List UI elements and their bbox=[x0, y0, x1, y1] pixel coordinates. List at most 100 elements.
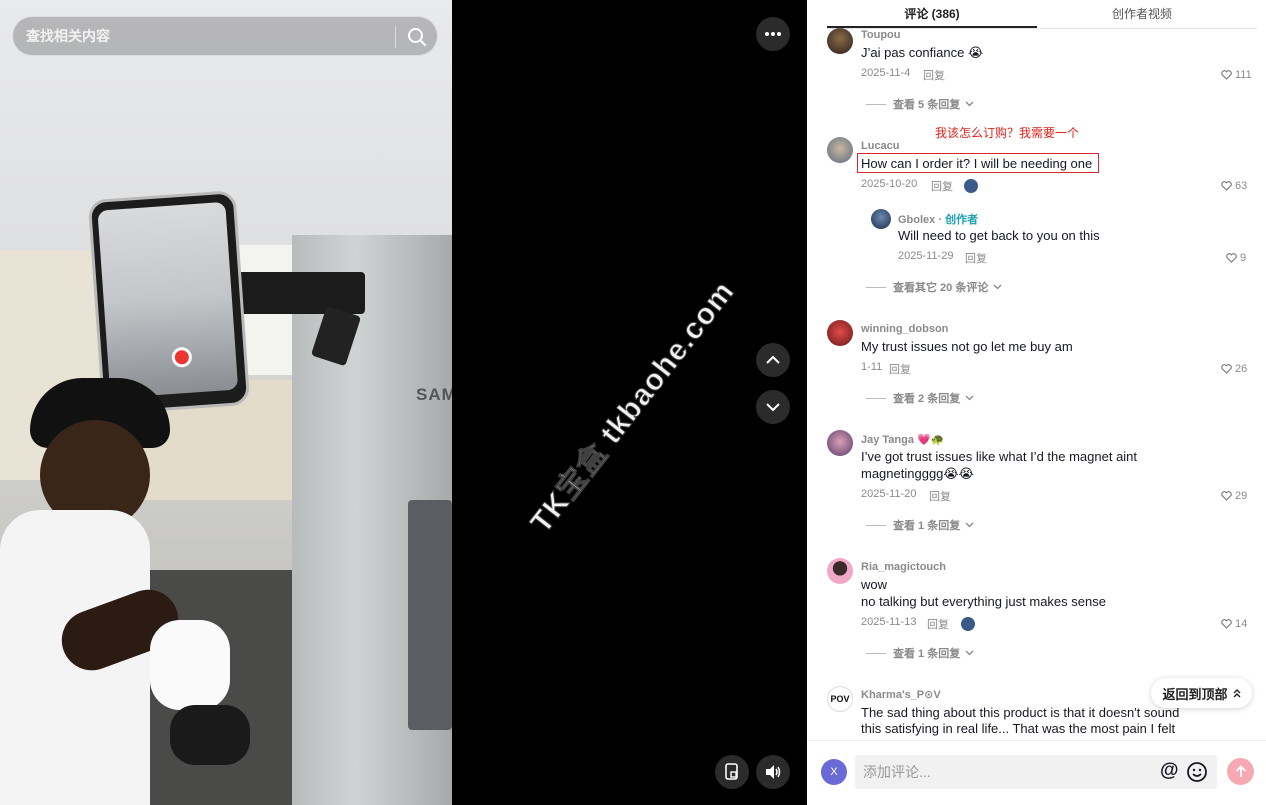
avatar[interactable]: POV bbox=[827, 686, 853, 712]
reply-button[interactable]: 回复 bbox=[929, 488, 951, 504]
speaker-icon bbox=[766, 765, 781, 779]
search-input[interactable] bbox=[13, 17, 393, 55]
video-frame: SAMS bbox=[0, 0, 452, 805]
avatar[interactable] bbox=[827, 320, 853, 346]
avatar[interactable] bbox=[827, 28, 853, 54]
like-count: 9 bbox=[1240, 252, 1247, 264]
chevron-down-icon bbox=[965, 522, 974, 528]
like-button[interactable]: 9 bbox=[1226, 252, 1246, 264]
tab-creator-videos[interactable]: 创作者视频 bbox=[1037, 5, 1247, 22]
kettle bbox=[150, 620, 230, 710]
comment-input[interactable] bbox=[855, 755, 1145, 789]
like-count: 14 bbox=[1235, 618, 1248, 630]
comment-text-line: I’ve got trust issues like what I’d the … bbox=[861, 449, 1138, 464]
like-button[interactable]: 63 bbox=[1221, 180, 1247, 192]
more-options-button[interactable] bbox=[756, 17, 790, 51]
comment-date: 2025-10-20 bbox=[861, 178, 918, 190]
avatar[interactable] bbox=[827, 137, 853, 163]
heart-icon bbox=[1221, 70, 1232, 80]
chevron-down-icon bbox=[965, 650, 974, 656]
view-more-comments-button[interactable]: 查看其它 20 条评论 bbox=[866, 279, 1002, 295]
comment-text-line: wow bbox=[861, 577, 888, 592]
reply-button[interactable]: 回复 bbox=[931, 178, 953, 194]
comment-username[interactable]: winning_dobson bbox=[861, 323, 948, 335]
comment-username[interactable]: Jay Tanga 💗🐢 bbox=[861, 433, 944, 446]
tab-comments[interactable]: 评论 (386) bbox=[827, 5, 1037, 22]
comment-date: 2025-11-4 bbox=[861, 67, 911, 79]
creator-tag: 创作者 bbox=[945, 214, 979, 226]
fridge-brand: SAMS bbox=[416, 385, 452, 404]
phone-mount-arm bbox=[225, 272, 365, 314]
chevron-up-icon bbox=[766, 355, 780, 364]
avatar[interactable] bbox=[827, 558, 853, 584]
heart-icon bbox=[1221, 181, 1232, 191]
send-button[interactable] bbox=[1227, 758, 1254, 785]
translation-annotation: 我该怎么订购？我需要一个 bbox=[935, 126, 1080, 140]
mention-button[interactable]: @ bbox=[1160, 760, 1179, 782]
comment-username[interactable]: Ria_magictouch bbox=[861, 561, 946, 573]
video-player[interactable]: SAMS TK宝盒 tkbaohe.com bbox=[0, 0, 807, 805]
like-button[interactable]: 14 bbox=[1221, 618, 1247, 630]
picture-in-picture-button[interactable] bbox=[715, 755, 749, 789]
view-replies-button[interactable]: 查看 5 条回复 bbox=[866, 96, 974, 112]
like-count: 63 bbox=[1235, 180, 1248, 192]
view-replies-label: 查看 5 条回复 bbox=[893, 99, 961, 111]
comment-text: How can I order it? I will be needing on… bbox=[861, 156, 1093, 171]
reply-button[interactable]: 回复 bbox=[927, 616, 949, 632]
comment-composer: X @ bbox=[807, 740, 1266, 805]
like-button[interactable]: 29 bbox=[1221, 490, 1247, 502]
avatar[interactable] bbox=[827, 430, 853, 456]
search-icon[interactable] bbox=[405, 25, 429, 49]
current-user-avatar[interactable]: X bbox=[821, 759, 847, 785]
heart-icon bbox=[1226, 253, 1237, 263]
arrow-up-icon bbox=[1235, 765, 1246, 777]
chevron-down-icon bbox=[766, 403, 780, 412]
chevron-down-icon bbox=[965, 101, 974, 107]
reply-username-text: Gbolex bbox=[898, 214, 936, 226]
like-count: 29 bbox=[1235, 490, 1248, 502]
reply-button[interactable]: 回复 bbox=[923, 67, 945, 83]
chevron-down-icon bbox=[993, 284, 1002, 290]
reply-username[interactable]: Gbolex · 创作者 bbox=[898, 211, 978, 227]
view-replies-label: 查看其它 20 条评论 bbox=[893, 282, 989, 294]
reply-button[interactable]: 回复 bbox=[889, 361, 911, 377]
comment-date: 2025-11-13 bbox=[861, 616, 917, 628]
comment-text: J’ai pas confiance 😭 bbox=[861, 45, 984, 60]
like-button[interactable]: 111 bbox=[1221, 69, 1252, 81]
heart-icon bbox=[1221, 619, 1232, 629]
comment-text-line: no talking but everything just makes sen… bbox=[861, 594, 1106, 609]
emoji-icon[interactable] bbox=[1186, 761, 1208, 783]
reply-button[interactable]: 回复 bbox=[965, 250, 987, 266]
like-count: 111 bbox=[1235, 69, 1252, 81]
active-tab-indicator bbox=[827, 26, 1037, 28]
back-to-top-button[interactable]: 返回到顶部 bbox=[1151, 678, 1252, 708]
view-replies-label: 查看 2 条回复 bbox=[893, 393, 961, 405]
comment-username[interactable]: Toupou bbox=[861, 29, 901, 41]
panel-tabs: 评论 (386) 创作者视频 bbox=[827, 0, 1257, 29]
volume-button[interactable] bbox=[756, 755, 790, 789]
next-video-button[interactable] bbox=[756, 390, 790, 424]
comment-input-box: @ bbox=[855, 755, 1217, 789]
reply-text: Will need to get back to you on this bbox=[898, 228, 1100, 243]
view-replies-button[interactable]: 查看 1 条回复 bbox=[866, 645, 974, 661]
fridge-display bbox=[408, 500, 452, 730]
avatar[interactable] bbox=[871, 209, 891, 229]
comment-text: My trust issues not go let me buy am bbox=[861, 339, 1073, 354]
like-button[interactable]: 26 bbox=[1221, 363, 1247, 375]
previous-video-button[interactable] bbox=[756, 343, 790, 377]
page-root: SAMS TK宝盒 tkbaohe.com bbox=[0, 0, 1266, 805]
view-replies-button[interactable]: 查看 2 条回复 bbox=[866, 390, 974, 406]
comment-date: 2025-11-20 bbox=[861, 488, 917, 500]
view-replies-button[interactable]: 查看 1 条回复 bbox=[866, 517, 974, 533]
comment-text-line: magnetingggg😭😭 bbox=[861, 466, 974, 481]
heart-icon bbox=[1221, 364, 1232, 374]
double-chevron-up-icon bbox=[1233, 688, 1240, 697]
creator-liked-avatar bbox=[961, 617, 975, 631]
creator-liked-avatar bbox=[964, 179, 978, 193]
comment-username[interactable]: Kharma's_P⊙V bbox=[861, 688, 941, 701]
search-bar bbox=[12, 16, 438, 56]
search-divider bbox=[395, 26, 396, 48]
watermark-text: TK宝盒 tkbaohe.com bbox=[524, 275, 741, 540]
view-replies-label: 查看 1 条回复 bbox=[893, 648, 961, 660]
comment-username[interactable]: Lucacu bbox=[861, 140, 900, 152]
